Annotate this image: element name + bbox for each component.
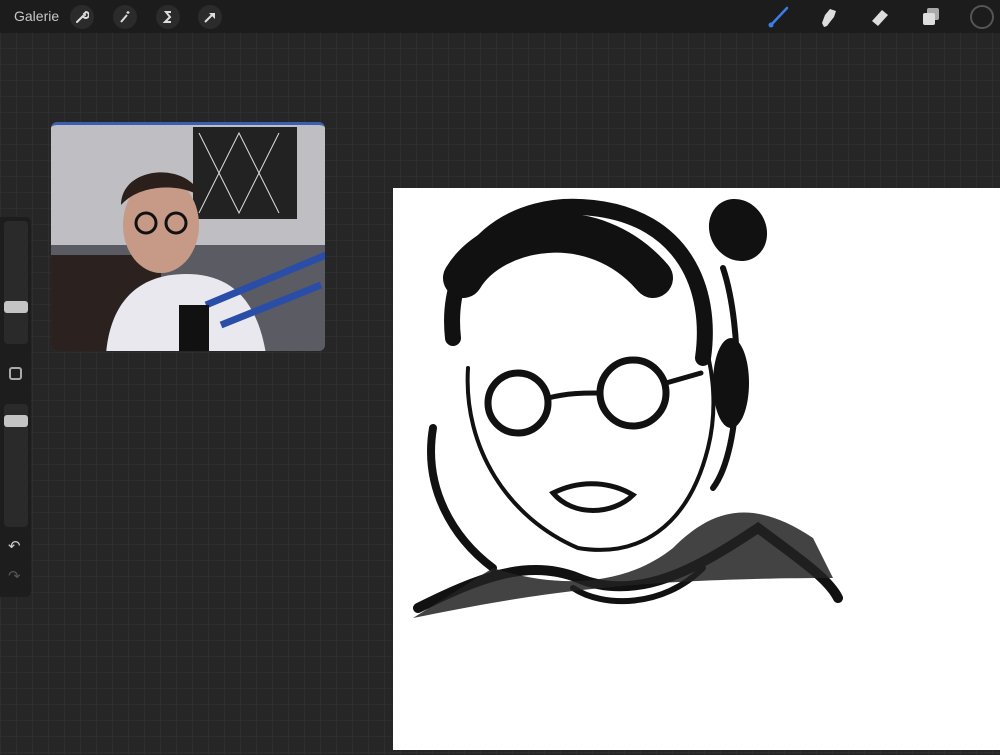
color-picker-button[interactable] (970, 5, 994, 29)
brush-size-slider[interactable] (4, 221, 28, 344)
opacity-thumb[interactable] (4, 415, 28, 428)
redo-icon[interactable]: ↷ (8, 567, 21, 585)
layers-icon[interactable] (918, 4, 944, 30)
eraser-icon[interactable] (867, 4, 893, 30)
sidebar: ↶ ↷ (0, 217, 31, 597)
magic-wand-icon[interactable] (113, 5, 137, 29)
reference-video-window[interactable] (51, 122, 325, 351)
top-toolbar: Galerie (0, 0, 1000, 33)
selection-icon[interactable] (156, 5, 180, 29)
brush-icon[interactable] (765, 4, 791, 30)
gallery-button[interactable]: Galerie (14, 8, 59, 24)
smudge-icon[interactable] (816, 4, 842, 30)
modify-square-icon[interactable] (9, 367, 22, 380)
transform-arrow-icon[interactable] (198, 5, 222, 29)
webcam-image (51, 125, 325, 351)
wrench-icon[interactable] (70, 5, 94, 29)
brush-size-thumb[interactable] (4, 300, 28, 313)
undo-icon[interactable]: ↶ (8, 537, 21, 555)
opacity-slider[interactable] (4, 404, 28, 527)
drawing-canvas[interactable] (393, 188, 1000, 750)
sketch-drawing (413, 198, 843, 618)
